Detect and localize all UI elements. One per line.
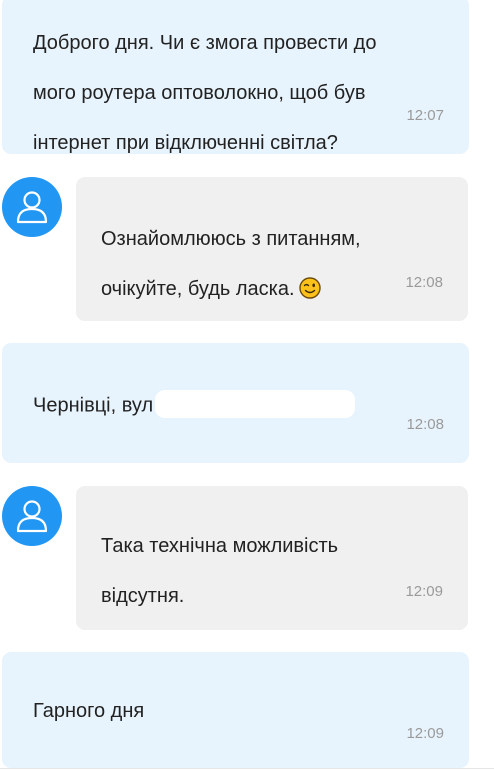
user-message: Гарного дня 12:09 — [2, 652, 469, 768]
message-timestamp: 12:07 — [406, 107, 444, 124]
agent-avatar — [2, 486, 62, 546]
agent-message: Ознайомлююсь з питанням, очікуйте, будь … — [76, 177, 468, 321]
message-timestamp: 12:08 — [406, 416, 444, 433]
chat-thread: Доброго дня. Чи є змога провести до мого… — [0, 0, 494, 770]
divider — [0, 768, 494, 769]
message-text: Доброго дня. Чи є змога провести до мого… — [33, 32, 377, 154]
message-timestamp: 12:09 — [406, 725, 444, 742]
agent-message: Така технічна можливість відсутня. 12:09 — [76, 486, 468, 630]
user-icon — [16, 191, 48, 224]
message-text: Гарного дня — [33, 700, 145, 722]
user-message: Доброго дня. Чи є змога провести до мого… — [2, 0, 469, 154]
agent-avatar — [2, 177, 62, 237]
user-message: Чернівці, вул 12:08 — [2, 343, 469, 463]
message-timestamp: 12:08 — [405, 274, 443, 291]
redacted-block — [155, 390, 356, 418]
message-timestamp: 12:09 — [405, 583, 443, 600]
wink-emoji-icon — [298, 277, 321, 299]
message-text: Така технічна можливість відсутня. — [101, 535, 339, 607]
message-text: Ознайомлююсь з питанням, очікуйте, будь … — [101, 228, 361, 300]
user-icon — [16, 500, 48, 533]
message-text: Чернівці, вул — [33, 367, 356, 445]
